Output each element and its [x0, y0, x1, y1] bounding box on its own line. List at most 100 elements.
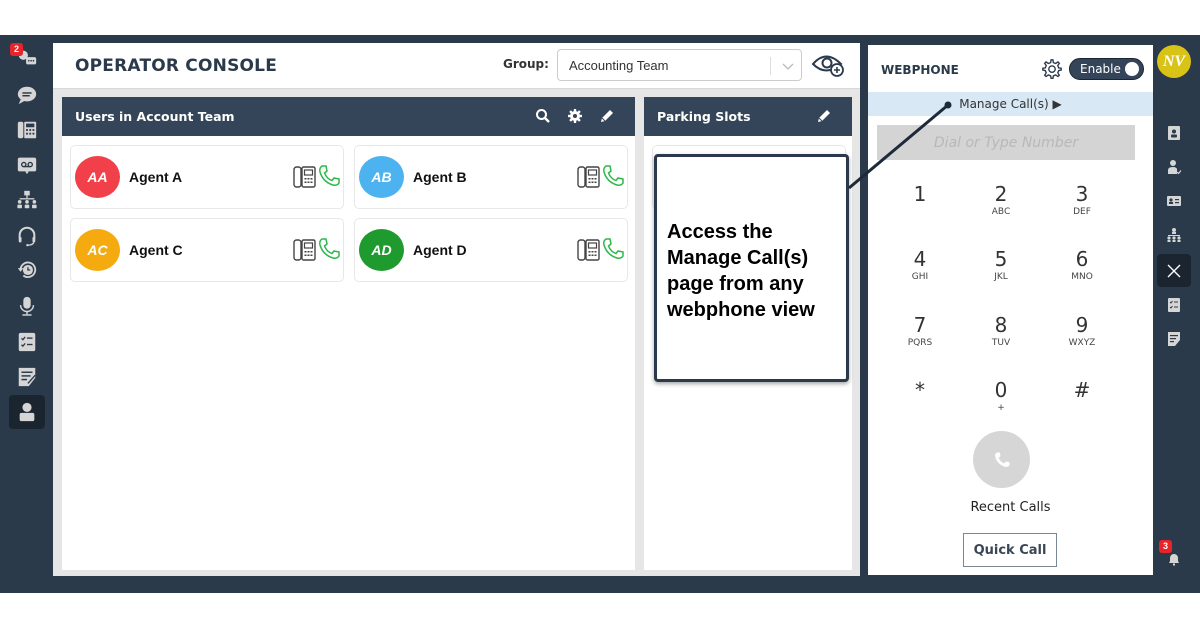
- dial-key[interactable]: 1: [890, 182, 950, 234]
- watch-add-icon[interactable]: [811, 51, 847, 79]
- rnav-checklist[interactable]: [1157, 288, 1191, 321]
- console-header: OPERATOR CONSOLE Group: Accounting Team: [53, 43, 860, 89]
- call-icon[interactable]: [317, 164, 341, 188]
- dial-key-digit: 3: [1075, 182, 1089, 206]
- left-nav: 2: [0, 35, 53, 593]
- avatar: AD: [359, 229, 404, 271]
- dial-key-digit: 7: [913, 313, 927, 337]
- rnav-notes[interactable]: [1157, 322, 1191, 355]
- agent-card[interactable]: AD Agent D: [354, 218, 628, 282]
- dial-number-input[interactable]: [877, 125, 1135, 160]
- chat-badge: 2: [10, 43, 24, 56]
- chat-icon: [17, 86, 37, 105]
- agent-name: Agent A: [129, 169, 183, 185]
- avatar: AC: [75, 229, 120, 271]
- app-shell: 2 OPERATOR CONSOLE Group: Accounting Tea…: [0, 35, 1200, 593]
- call-icon[interactable]: [601, 237, 625, 261]
- rnav-id-card[interactable]: [1157, 184, 1191, 217]
- webphone-title: WEBPHONE: [881, 63, 959, 77]
- settings-gear-icon[interactable]: [1041, 58, 1063, 80]
- nav-chat-group[interactable]: 2: [9, 41, 45, 75]
- agent-name: Agent D: [413, 242, 467, 258]
- edit-pencil-icon[interactable]: [599, 108, 615, 124]
- search-icon[interactable]: [535, 108, 551, 124]
- dial-key-digit: 0: [994, 378, 1008, 402]
- parking-panel-title: Parking Slots: [657, 109, 751, 124]
- toggle-knob: [1125, 62, 1139, 76]
- avatar: AA: [75, 156, 120, 198]
- users-panel: Users in Account Team AA Agent A AB Agen…: [62, 97, 635, 570]
- nav-desk-phone[interactable]: [9, 113, 45, 147]
- page-title: OPERATOR CONSOLE: [75, 56, 278, 76]
- dial-key-letters: PQRS: [907, 338, 933, 348]
- user-avatar[interactable]: NV: [1157, 45, 1191, 78]
- recent-calls-link[interactable]: Recent Calls: [868, 500, 1153, 515]
- dial-key[interactable]: 5 JKL: [971, 247, 1031, 299]
- checklist-icon: [18, 332, 36, 352]
- dial-key[interactable]: 6 MNO: [1052, 247, 1112, 299]
- agent-card[interactable]: AA Agent A: [70, 145, 344, 209]
- nav-org-chart[interactable]: [9, 183, 45, 217]
- desk-phone-icon[interactable]: [293, 166, 317, 188]
- nav-chat[interactable]: [9, 78, 45, 112]
- edit-pencil-icon[interactable]: [816, 108, 832, 124]
- dial-key[interactable]: 8 TUV: [971, 313, 1031, 365]
- call-icon[interactable]: [601, 164, 625, 188]
- desk-phone-icon[interactable]: [577, 166, 601, 188]
- parking-panel-header: Parking Slots: [644, 97, 852, 136]
- dial-key-letters: JKL: [994, 272, 1008, 282]
- nav-call-history[interactable]: [9, 253, 45, 287]
- microphone-icon: [19, 296, 35, 316]
- chevron-down-icon: [782, 63, 794, 70]
- dial-key[interactable]: *: [890, 378, 950, 430]
- notes-icon: [18, 367, 36, 387]
- nav-checklist[interactable]: [9, 325, 45, 359]
- dial-key[interactable]: 4 GHI: [890, 247, 950, 299]
- dial-key[interactable]: #: [1052, 378, 1112, 430]
- dial-key[interactable]: 9 WXYZ: [1052, 313, 1112, 365]
- users-panel-title: Users in Account Team: [75, 109, 235, 124]
- group-select[interactable]: Accounting Team: [557, 49, 802, 81]
- phone-icon: [994, 452, 1009, 467]
- notifications-button[interactable]: 3: [1157, 540, 1191, 575]
- nav-headset[interactable]: [9, 219, 45, 253]
- avatar: AB: [359, 156, 404, 198]
- rnav-user-status[interactable]: [1157, 150, 1191, 183]
- manage-calls-link[interactable]: Manage Call(s) ▶: [868, 92, 1153, 116]
- dial-key-letters: WXYZ: [1068, 338, 1096, 348]
- agent-card[interactable]: AC Agent C: [70, 218, 344, 282]
- headset-icon: [18, 226, 36, 247]
- dial-key[interactable]: 3 DEF: [1052, 182, 1112, 234]
- desk-phone-icon[interactable]: [293, 239, 317, 261]
- dial-key-digit: *: [915, 378, 925, 402]
- notification-badge: 3: [1159, 540, 1173, 553]
- gear-icon[interactable]: [567, 108, 583, 124]
- nav-microphone[interactable]: [9, 289, 45, 323]
- id-card-icon: [1167, 195, 1181, 206]
- rnav-contacts[interactable]: [1157, 116, 1191, 149]
- dial-key-letters: ABC: [991, 207, 1011, 217]
- dial-key[interactable]: 7 PQRS: [890, 313, 950, 365]
- operator-user-icon: [19, 402, 35, 422]
- close-icon: [1167, 264, 1181, 277]
- contact-book-icon: [1168, 125, 1180, 140]
- user-check-icon: [1168, 159, 1182, 174]
- dial-key[interactable]: 0 +: [971, 378, 1031, 430]
- dial-key-digit: 9: [1075, 313, 1089, 337]
- call-button[interactable]: [973, 431, 1030, 488]
- nav-voicemail[interactable]: [9, 148, 45, 182]
- call-icon[interactable]: [317, 237, 341, 261]
- rnav-org-chart[interactable]: [1157, 218, 1191, 251]
- agent-card[interactable]: AB Agent B: [354, 145, 628, 209]
- agent-name: Agent C: [129, 242, 183, 258]
- dial-key-letters: +: [997, 403, 1005, 413]
- nav-operator[interactable]: [9, 395, 45, 429]
- dial-key-digit: #: [1073, 378, 1091, 402]
- nav-notes[interactable]: [9, 360, 45, 394]
- callout-text: Access the Manage Call(s) page from any …: [667, 221, 815, 321]
- dial-key[interactable]: 2 ABC: [971, 182, 1031, 234]
- webphone-enable-toggle[interactable]: Enable: [1069, 58, 1144, 80]
- quick-call-button[interactable]: Quick Call: [963, 533, 1057, 567]
- rnav-close[interactable]: [1157, 254, 1191, 287]
- desk-phone-icon[interactable]: [577, 239, 601, 261]
